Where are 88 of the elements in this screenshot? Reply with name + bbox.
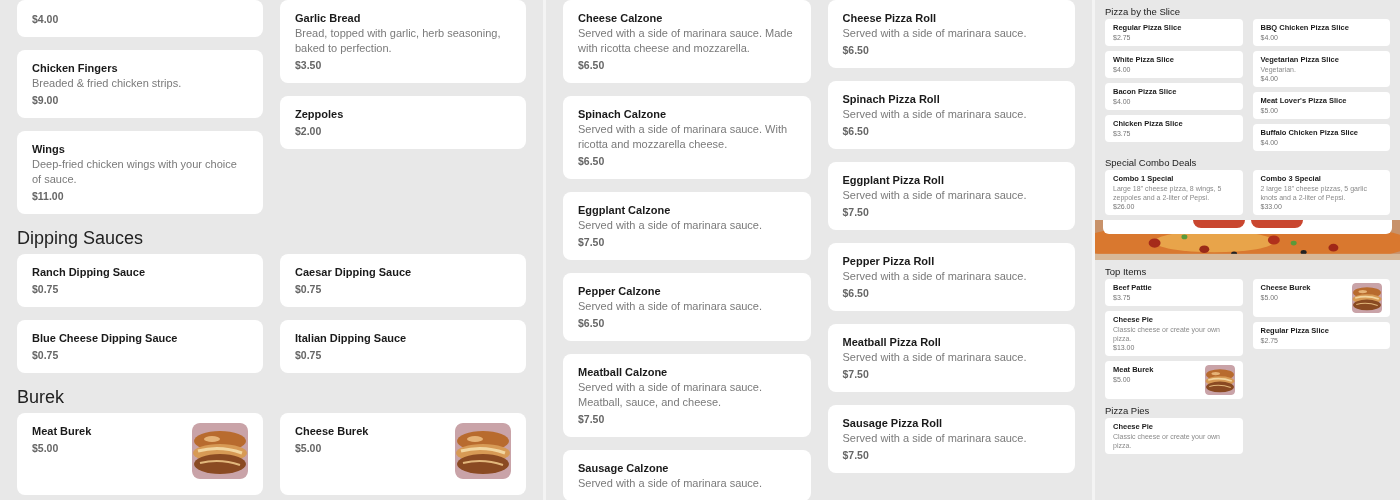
menu-item-card[interactable]: Wings Deep-fried chicken wings with your choice of sauce. $11.00 <box>17 131 263 214</box>
item-description: Served with a side of marinara sauce. Meatball, sauce, and cheese. <box>578 380 764 410</box>
menu-item-card[interactable]: Ranch Dipping Sauce $0.75 <box>17 254 263 307</box>
item-price: $11.00 <box>32 189 65 204</box>
item-name: Eggplant Pizza Roll <box>842 173 945 188</box>
item-price: $7.50 <box>578 412 606 427</box>
menu-item-card[interactable]: Pepper Calzone Served with a side of marinara sauce. $6.50 <box>563 273 811 341</box>
item-description: Served with a side of marinara sauce. <box>842 107 1028 122</box>
item-description: Served with a side of marinara sauce. <box>842 26 1028 41</box>
section-heading: Pizza by the Slice <box>1105 5 1181 18</box>
menu-item-card[interactable]: Sausage Calzone Served with a side of marinara sauce. <box>563 450 811 500</box>
menu-item-card[interactable]: Sausage Pizza Roll Served with a side of marinara sauce. $7.50 <box>827 405 1075 473</box>
item-name: Cheese Burek <box>295 424 370 439</box>
item-name: Sausage Calzone <box>578 461 670 476</box>
item-description: Served with a side of marinara sauce. <box>578 218 764 233</box>
menu-item-card[interactable]: Meat Burek $5.00 <box>17 413 263 495</box>
item-price: $2.00 <box>295 124 323 139</box>
item-name: Zeppoles <box>295 107 345 122</box>
item-price: $6.50 <box>842 43 870 58</box>
item-price: $0.75 <box>32 348 60 363</box>
item-price: $6.50 <box>578 316 606 331</box>
item-description: Breaded & fried chicken strips. <box>32 76 183 91</box>
item-name: Meatball Calzone <box>578 365 669 380</box>
item-name: Sausage Pizza Roll <box>842 416 944 431</box>
item-description: Served with a side of marinara sauce. With ricotta and mozzarella cheese. <box>578 122 789 152</box>
item-description: Deep-fried chicken wings with your choice of sauce. <box>32 157 238 187</box>
item-name: Cheese Calzone <box>578 11 664 26</box>
item-name: Ranch Dipping Sauce <box>32 265 147 280</box>
item-price: $5.00 <box>295 441 323 456</box>
menu-item-card[interactable]: Caesar Dipping Sauce $0.75 <box>280 254 526 307</box>
item-price: $6.50 <box>578 58 606 73</box>
section-heading: Special Combo Deals <box>1105 156 1198 169</box>
section-heading: Burek <box>17 386 66 409</box>
item-description: Served with a side of marinara sauce. <box>578 476 764 491</box>
item-price: $6.50 <box>578 154 606 169</box>
item-price: $7.50 <box>842 205 870 220</box>
item-description: Bread, topped with garlic, herb seasoning, baked to perfection. <box>295 26 502 56</box>
menu-item-card[interactable]: Spinach Calzone Served with a side of marinara sauce. With ricotta and mozzarella cheese. $6.50 <box>563 96 811 179</box>
item-name: Spinach Calzone <box>578 107 668 122</box>
item-price: $6.50 <box>842 286 870 301</box>
item-name: Pepper Pizza Roll <box>842 254 936 269</box>
menu-item-card[interactable]: Meatball Calzone Served with a side of marinara sauce. Meatball, sauce, and cheese. $7.50 <box>563 354 811 437</box>
menu-item-card[interactable]: Eggplant Pizza Roll Served with a side of marinara sauce. $7.50 <box>827 162 1075 230</box>
menu-item-card[interactable]: Zeppoles $2.00 <box>280 96 526 149</box>
item-price: $4.00 <box>32 12 60 27</box>
item-description: Served with a side of marinara sauce. Made with ricotta cheese and mozzarella. <box>578 26 794 56</box>
section-heading: Top Items <box>1105 265 1148 278</box>
item-description: Served with a side of marinara sauce. <box>842 188 1028 203</box>
item-description: Served with a side of marinara sauce. <box>842 350 1028 365</box>
menu-item-card[interactable]: Italian Dipping Sauce $0.75 <box>280 320 526 373</box>
item-name: Meatball Pizza Roll <box>842 335 942 350</box>
item-name: Eggplant Calzone <box>578 203 672 218</box>
menu-item-card[interactable]: Garlic Bread Bread, topped with garlic, herb seasoning, baked to perfection. $3.50 <box>280 0 526 83</box>
menu-item-card[interactable]: Cheese Calzone Served with a side of marinara sauce. Made with ricotta cheese and mozzarella. $6.50 <box>563 0 811 83</box>
item-name: Blue Cheese Dipping Sauce <box>32 331 179 346</box>
menu-item-card[interactable]: Eggplant Calzone Served with a side of marinara sauce. $7.50 <box>563 192 811 260</box>
menu-item-card[interactable]: Cheese Pizza Roll Served with a side of marinara sauce. $6.50 <box>827 0 1075 68</box>
item-price: $7.50 <box>842 448 870 463</box>
section-heading: Pizza Pies <box>1105 404 1151 417</box>
item-price: $3.50 <box>295 58 323 73</box>
item-price: $0.75 <box>295 348 323 363</box>
item-name: Caesar Dipping Sauce <box>295 265 413 280</box>
item-name: Garlic Bread <box>295 11 362 26</box>
item-name: Pepper Calzone <box>578 284 662 299</box>
item-name: Chicken Fingers <box>32 61 119 76</box>
item-name: Spinach Pizza Roll <box>842 92 941 107</box>
menu-item-card[interactable]: Meatball Pizza Roll Served with a side of marinara sauce. $7.50 <box>827 324 1075 392</box>
menu-item-card[interactable]: $4.00 <box>17 0 263 37</box>
item-price: $7.50 <box>842 367 870 382</box>
item-price: $0.75 <box>295 282 323 297</box>
item-name: Italian Dipping Sauce <box>295 331 408 346</box>
item-price: $5.00 <box>32 441 60 456</box>
menu-item-card[interactable]: Cheese Burek $5.00 <box>280 413 526 495</box>
item-price: $7.50 <box>578 235 606 250</box>
item-description: Served with a side of marinara sauce. <box>842 269 1028 284</box>
menu-item-card[interactable]: Blue Cheese Dipping Sauce $0.75 <box>17 320 263 373</box>
item-price: $9.00 <box>32 93 60 108</box>
item-price: $6.50 <box>842 124 870 139</box>
item-name: Wings <box>32 142 66 157</box>
item-name: Meat Burek <box>32 424 93 439</box>
menu-item-card[interactable]: Spinach Pizza Roll Served with a side of marinara sauce. $6.50 <box>827 81 1075 149</box>
item-description: Served with a side of marinara sauce. <box>578 299 764 314</box>
item-name: Cheese Pizza Roll <box>842 11 938 26</box>
item-description: Served with a side of marinara sauce. <box>842 431 1028 446</box>
item-price: $0.75 <box>32 282 60 297</box>
menu-item-card[interactable]: Pepper Pizza Roll Served with a side of marinara sauce. $6.50 <box>827 243 1075 311</box>
menu-item-card[interactable]: Chicken Fingers Breaded & fried chicken strips. $9.00 <box>17 50 263 118</box>
section-heading: Dipping Sauces <box>17 227 145 250</box>
